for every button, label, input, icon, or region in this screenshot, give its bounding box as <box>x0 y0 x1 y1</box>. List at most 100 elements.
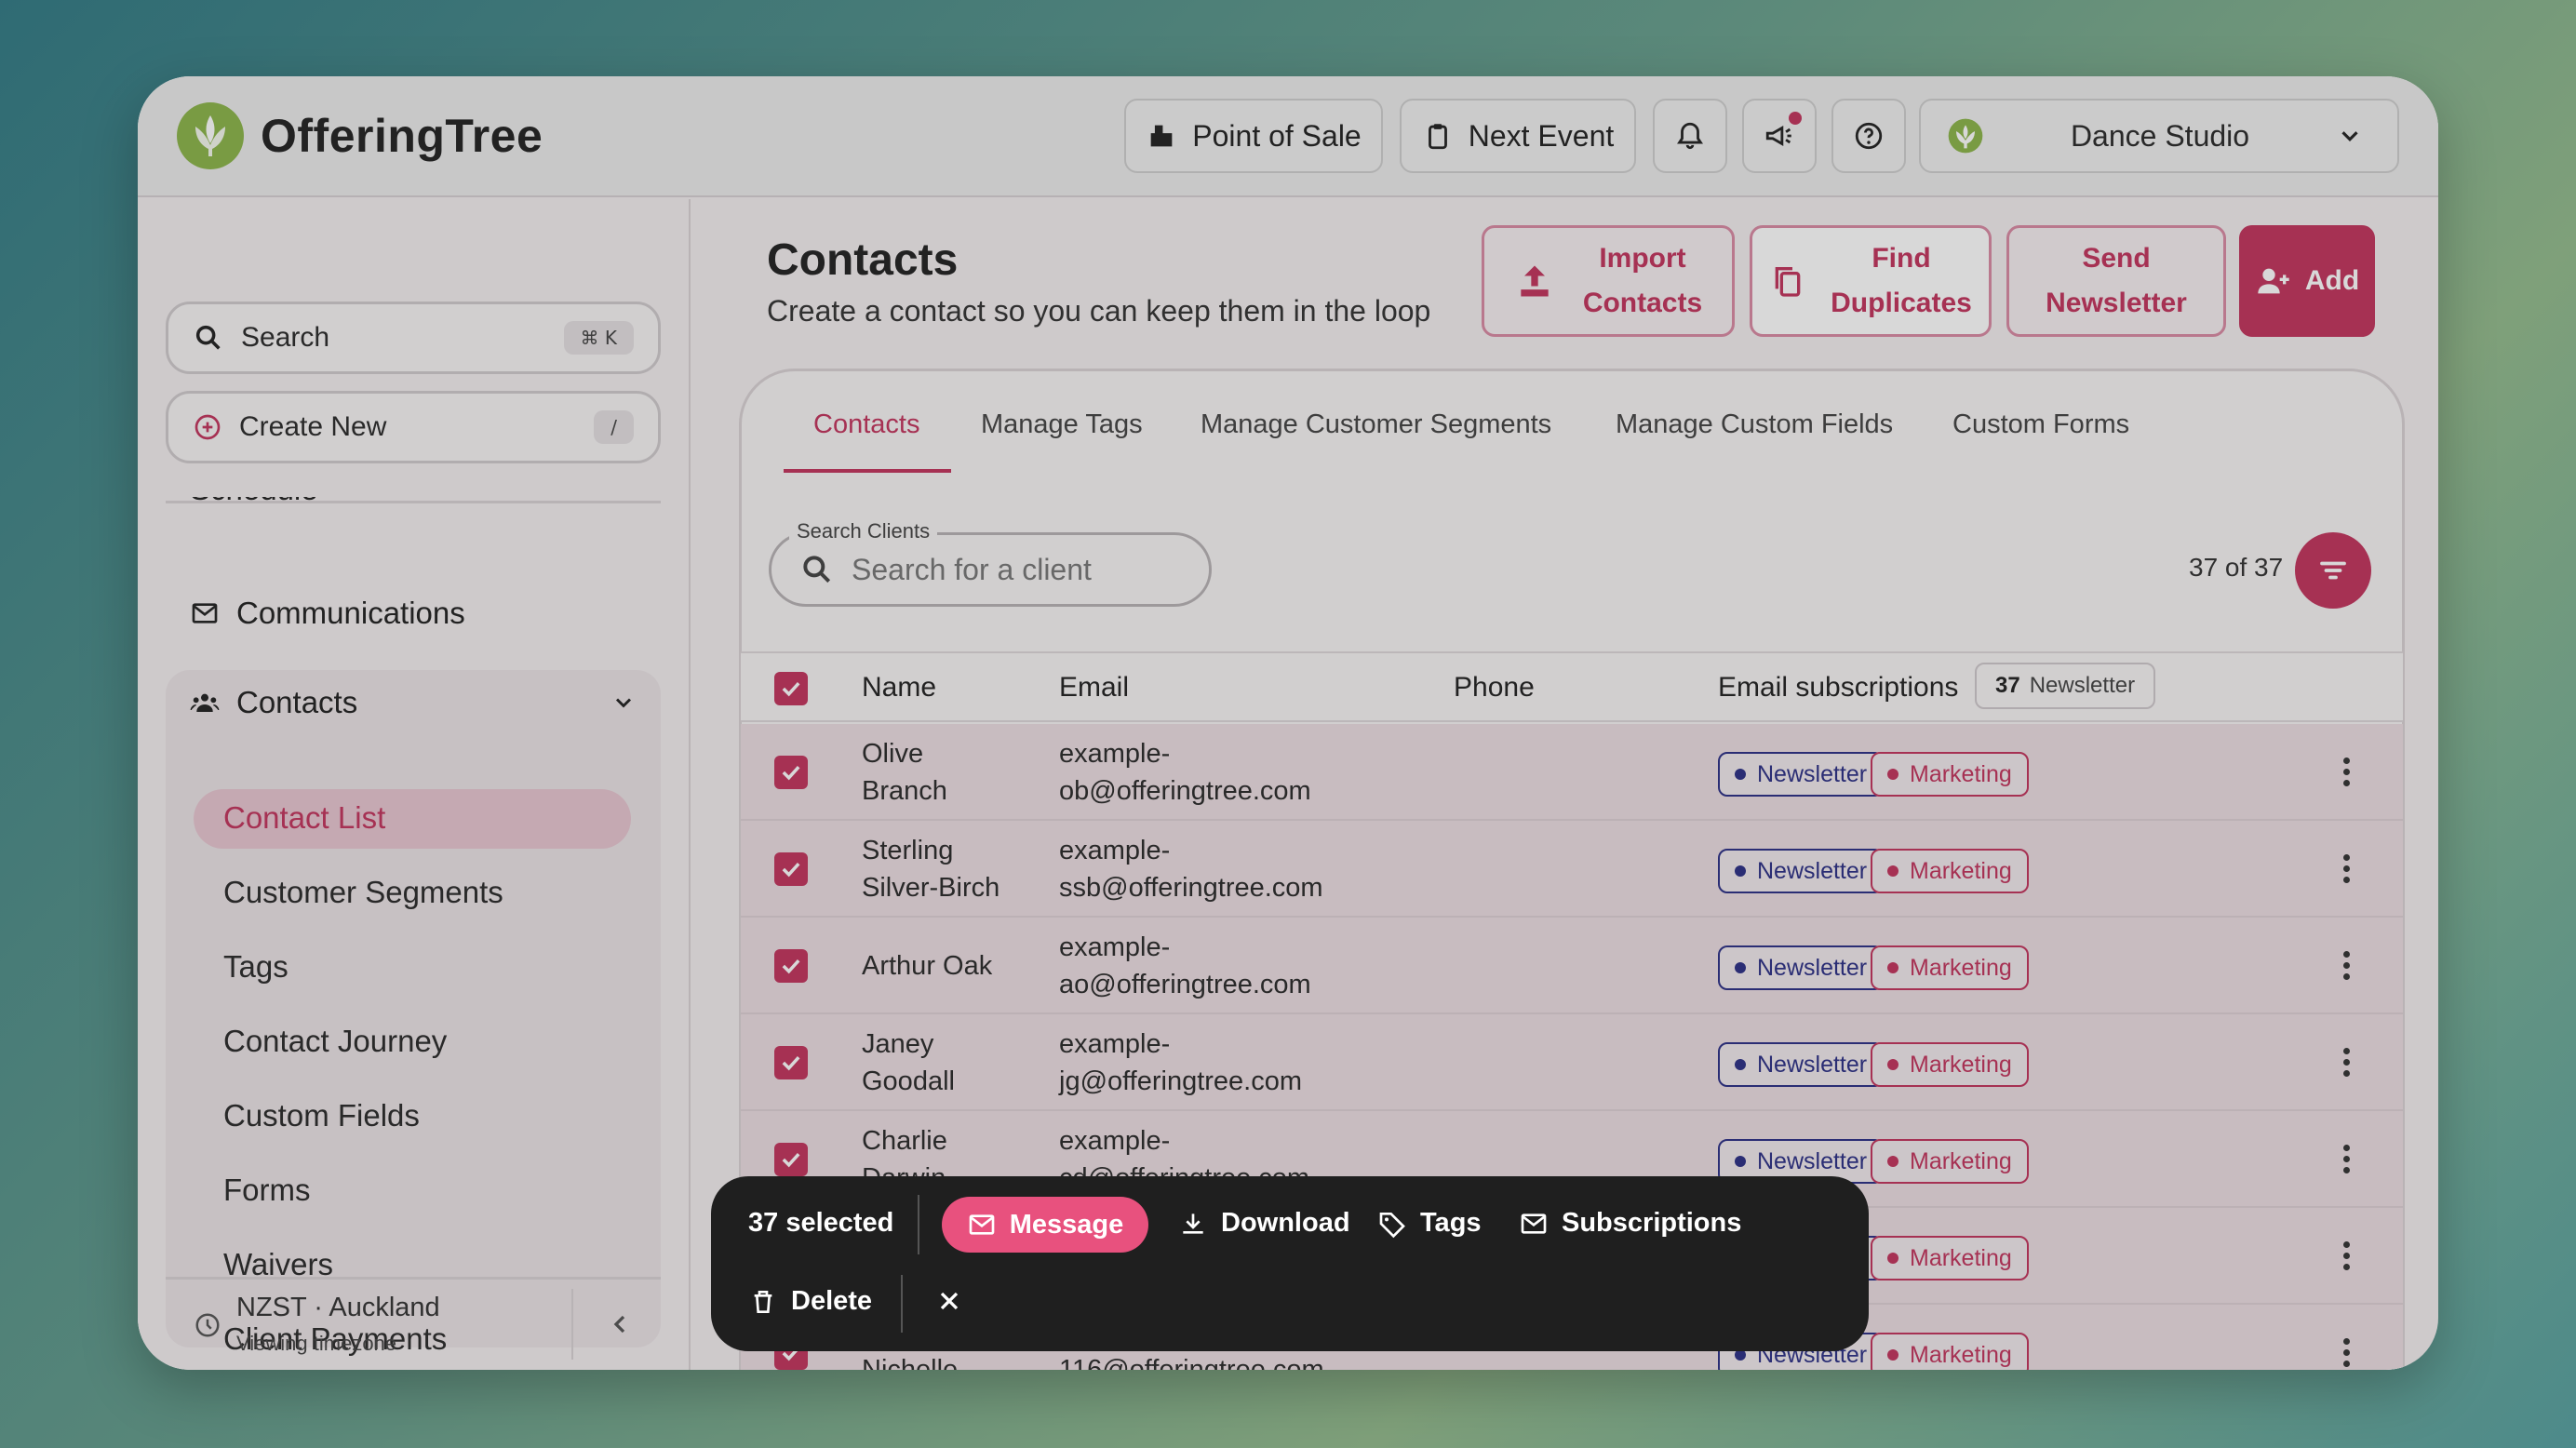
sidebar-item-forms[interactable]: Forms <box>223 1173 311 1208</box>
tags-button[interactable]: Tags <box>1377 1208 1482 1239</box>
mail-check-icon <box>1521 1213 1547 1234</box>
filter-button[interactable] <box>2295 532 2371 609</box>
register-icon <box>1150 125 1173 147</box>
row-menu-icon[interactable] <box>2343 951 2351 985</box>
contact-name: Nichelle <box>862 1355 959 1370</box>
communications-label: Communications <box>236 596 465 630</box>
subscriptions-chip-label: Newsletter <box>2029 673 2136 698</box>
delete-button[interactable]: Delete <box>748 1286 872 1317</box>
logo[interactable]: OfferingTree <box>177 102 543 169</box>
marketing-pill: Marketing <box>1871 1236 2029 1280</box>
timezone-caption: Viewing timezone <box>236 1332 397 1355</box>
tab-custom-forms[interactable]: Custom Forms <box>1952 409 2129 440</box>
column-email-subscriptions[interactable]: Email subscriptions <box>1718 672 1958 704</box>
table-row[interactable]: Janey Goodall example-jg@offeringtree.com… <box>741 1014 2403 1111</box>
sidebar-item-communications[interactable]: Communications <box>190 596 465 631</box>
tab-manage-custom-fields[interactable]: Manage Custom Fields <box>1616 409 1893 440</box>
tab-contacts[interactable]: Contacts <box>813 409 919 440</box>
row-checkbox[interactable] <box>774 1143 808 1176</box>
create-new-button[interactable]: Create New / <box>166 391 661 463</box>
newsletter-pill: Newsletter <box>1718 1042 1885 1087</box>
marketing-pill: Marketing <box>1871 849 2029 893</box>
column-phone[interactable]: Phone <box>1454 672 1535 704</box>
import-contacts-button[interactable]: Import Contacts <box>1482 225 1735 337</box>
point-of-sale-button[interactable]: Point of Sale <box>1124 99 1383 173</box>
help-icon <box>1855 122 1883 150</box>
sidebar: Search ⌘ K Create New / Schedule Communi… <box>138 199 691 1370</box>
create-new-label: Create New <box>239 411 387 442</box>
check-icon <box>782 1152 800 1168</box>
marketing-pill: Marketing <box>1871 1042 2029 1087</box>
next-event-button[interactable]: Next Event <box>1400 99 1636 173</box>
newsletter-pill: Newsletter <box>1718 849 1885 893</box>
sidebar-item-contacts[interactable]: Contacts <box>190 685 637 720</box>
send-newsletter-button[interactable]: Send Newsletter <box>2006 225 2226 337</box>
column-name[interactable]: Name <box>862 672 936 704</box>
sidebar-item-contact-journey[interactable]: Contact Journey <box>223 1024 447 1059</box>
table-row[interactable]: Sterling Silver-Birch example-ssb@offerin… <box>741 821 2403 918</box>
table-row[interactable]: Arthur Oak example-ao@offeringtree.com N… <box>741 918 2403 1014</box>
contact-email: example-ssb@offeringtree.com <box>1059 836 1323 903</box>
trash-icon <box>754 1290 772 1313</box>
contact-name: Arthur Oak <box>862 951 993 981</box>
search-field-label: Search Clients <box>789 519 938 543</box>
tab-manage-tags[interactable]: Manage Tags <box>981 409 1143 440</box>
contacts-nav-group <box>166 670 661 1347</box>
sidebar-search[interactable]: Search ⌘ K <box>166 302 661 374</box>
contact-email: example-jg@offeringtree.com <box>1059 1029 1303 1096</box>
newsletter-pill: Newsletter <box>1718 752 1885 797</box>
tab-manage-customer-segments[interactable]: Manage Customer Segments <box>1201 409 1551 440</box>
row-menu-icon[interactable] <box>2343 1241 2351 1275</box>
row-menu-icon[interactable] <box>2343 854 2351 888</box>
download-label: Download <box>1221 1208 1350 1238</box>
notifications-button[interactable] <box>1653 99 1727 173</box>
chevron-left-icon[interactable] <box>605 1309 635 1339</box>
upload-icon <box>1521 265 1549 297</box>
column-email[interactable]: Email <box>1059 672 1129 704</box>
row-checkbox[interactable] <box>774 1046 808 1079</box>
download-icon <box>1183 1213 1203 1234</box>
megaphone-icon <box>1765 126 1791 146</box>
tags-label: Tags <box>1420 1208 1482 1238</box>
marketing-pill: Marketing <box>1871 1333 2029 1370</box>
marketing-pill: Marketing <box>1871 1139 2029 1184</box>
sidebar-item-custom-fields[interactable]: Custom Fields <box>223 1098 420 1133</box>
row-checkbox[interactable] <box>774 756 808 789</box>
close-icon[interactable] <box>934 1286 964 1316</box>
find-duplicates-button[interactable]: Find Duplicates <box>1750 225 1992 337</box>
studio-switcher[interactable]: Dance Studio <box>1919 99 2399 173</box>
add-contact-button[interactable]: Add <box>2239 225 2375 337</box>
selected-count: 37 selected <box>748 1208 894 1238</box>
row-menu-icon[interactable] <box>2343 1048 2351 1081</box>
find-label-2: Duplicates <box>1831 288 1972 318</box>
row-checkbox[interactable] <box>774 852 808 886</box>
find-label-1: Find <box>1872 243 1931 274</box>
client-search-input[interactable]: Search for a client <box>769 532 1212 607</box>
contact-email: example-ob@offeringtree.com <box>1059 739 1311 806</box>
table-header: Name Email Phone Email subscriptions 37 … <box>741 651 2403 722</box>
marketing-pill: Marketing <box>1871 752 2029 797</box>
download-button[interactable]: Download <box>1178 1208 1350 1239</box>
message-label: Message <box>1009 1209 1124 1240</box>
help-button[interactable] <box>1831 99 1906 173</box>
subscriptions-label: Subscriptions <box>1562 1208 1742 1238</box>
app-name: OfferingTree <box>261 110 543 162</box>
import-label-2: Contacts <box>1582 288 1703 318</box>
contact-name: Sterling Silver-Birch <box>862 836 1000 903</box>
announcements-button[interactable] <box>1742 99 1817 173</box>
message-button[interactable]: Message <box>942 1197 1148 1253</box>
add-user-icon <box>2258 268 2289 294</box>
row-menu-icon[interactable] <box>2343 1145 2351 1178</box>
subscriptions-button[interactable]: Subscriptions <box>1519 1208 1741 1239</box>
select-all-checkbox[interactable] <box>774 672 808 705</box>
row-menu-icon[interactable] <box>2343 758 2351 791</box>
row-menu-icon[interactable] <box>2343 1338 2351 1370</box>
row-checkbox[interactable] <box>774 949 808 983</box>
sidebar-item-customer-segments[interactable]: Customer Segments <box>223 875 503 910</box>
sidebar-item-schedule[interactable]: Schedule <box>190 497 318 519</box>
sidebar-item-contact-list[interactable]: Contact List <box>223 800 385 836</box>
check-icon <box>782 681 800 697</box>
table-row[interactable]: Olive Branch example-ob@offeringtree.com … <box>741 724 2403 821</box>
check-icon <box>782 959 800 974</box>
sidebar-item-tags[interactable]: Tags <box>223 949 288 985</box>
